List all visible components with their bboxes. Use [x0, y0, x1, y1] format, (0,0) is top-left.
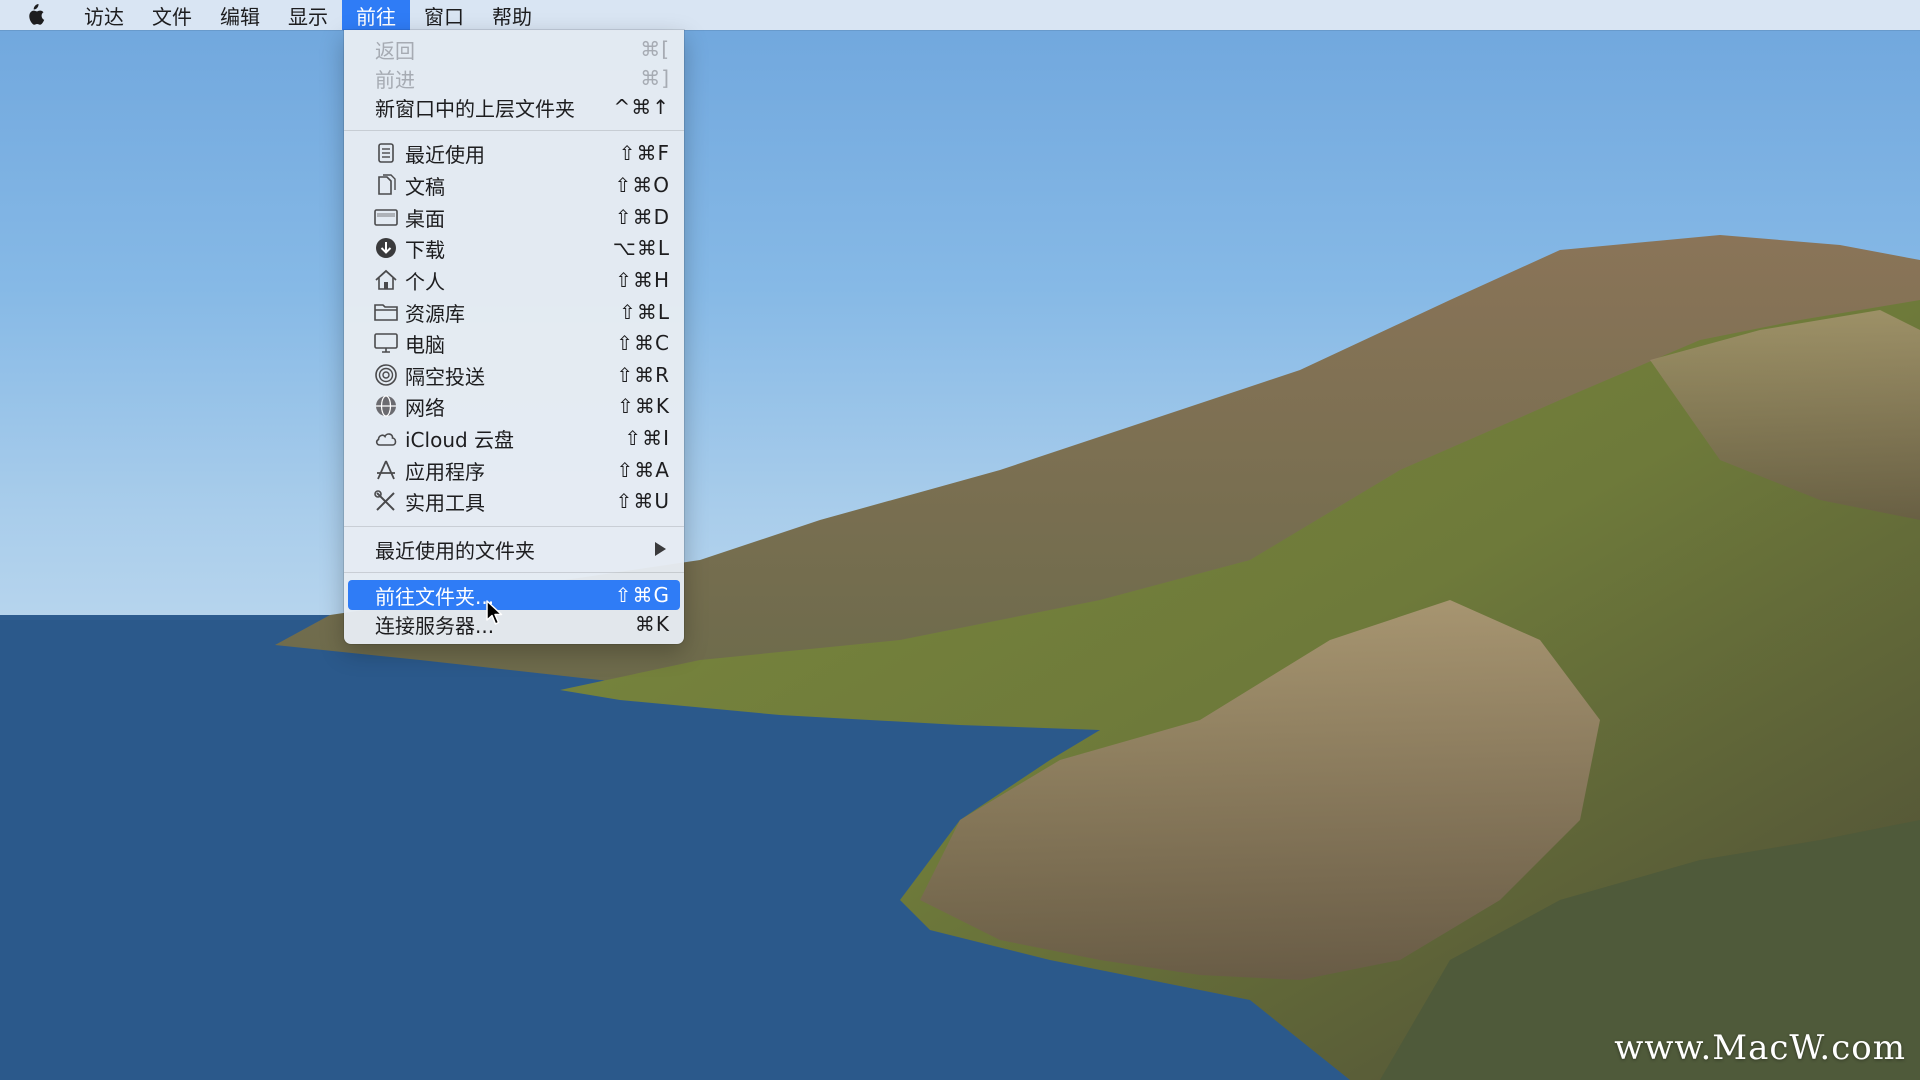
- utilities-icon: [374, 490, 395, 511]
- menu-item-icloud-drive[interactable]: iCloud 云盘 ⇧⌘I: [344, 423, 684, 453]
- menu-item-label: 下载: [405, 237, 445, 262]
- watermark: www.MacW.com: [1614, 1028, 1906, 1068]
- menu-item-shortcut: ⇧⌘D: [614, 205, 670, 229]
- menu-item-utilities[interactable]: 实用工具 ⇧⌘U: [344, 486, 684, 516]
- menu-item-downloads[interactable]: 下载 ⌥⌘L: [344, 233, 684, 263]
- menu-item-shortcut: ⇧⌘A: [616, 458, 670, 482]
- menu-go[interactable]: 前往: [342, 0, 410, 30]
- menu-item-shortcut: ⌘[: [640, 37, 670, 61]
- menu-item-label: 连接服务器...: [375, 613, 495, 638]
- menu-item-desktop[interactable]: 桌面 ⇧⌘D: [344, 202, 684, 232]
- menu-item-recents[interactable]: 最近使用 ⇧⌘F: [344, 138, 684, 168]
- menu-item-label: 前往文件夹...: [375, 584, 495, 609]
- menu-item-label: 个人: [405, 269, 445, 294]
- home-icon: [375, 269, 397, 290]
- menu-item-applications[interactable]: 应用程序 ⇧⌘A: [344, 455, 684, 485]
- go-menu-dropdown: 返回 ⌘[ 前进 ⌘] 新窗口中的上层文件夹 ^⌘↑ 最近使用 ⇧⌘F 文稿 ⇧…: [344, 30, 684, 644]
- menu-separator: [344, 130, 684, 131]
- menu-item-shortcut: ⇧⌘O: [614, 173, 670, 197]
- network-icon: [376, 395, 396, 417]
- menu-edit[interactable]: 编辑: [206, 0, 274, 30]
- menu-item-label: 前进: [375, 67, 415, 92]
- menu-item-shortcut: ⇧⌘H: [615, 268, 670, 292]
- menu-item-shortcut: ⇧⌘K: [617, 394, 670, 418]
- menu-item-back[interactable]: 返回 ⌘[: [344, 34, 684, 64]
- menu-item-label: 桌面: [405, 206, 445, 231]
- menu-finder[interactable]: 访达: [70, 0, 138, 30]
- menu-item-shortcut: ⇧⌘C: [616, 331, 670, 355]
- menu-bar: 访达 文件 编辑 显示 前往 窗口 帮助: [0, 0, 1920, 30]
- menu-item-label: iCloud 云盘: [405, 427, 515, 452]
- computer-icon: [374, 333, 398, 353]
- menu-item-label: 最近使用的文件夹: [375, 538, 535, 563]
- menu-view[interactable]: 显示: [274, 0, 342, 30]
- menu-item-connect-to-server[interactable]: 连接服务器... ⌘K: [344, 609, 684, 639]
- menu-window[interactable]: 窗口: [410, 0, 478, 30]
- recents-icon: [378, 143, 394, 163]
- menu-item-computer[interactable]: 电脑 ⇧⌘C: [344, 328, 684, 358]
- menu-item-shortcut: ⌘K: [634, 612, 670, 636]
- downloads-icon: [376, 238, 396, 258]
- menu-item-label: 应用程序: [405, 459, 485, 484]
- desktop-wallpaper: www.MacW.com: [0, 0, 1920, 1080]
- menu-separator: [344, 572, 684, 573]
- menu-separator: [344, 526, 684, 527]
- menu-item-label: 网络: [405, 395, 445, 420]
- menu-item-label: 文稿: [405, 174, 445, 199]
- menu-item-forward[interactable]: 前进 ⌘]: [344, 63, 684, 93]
- menu-item-shortcut: ⌥⌘L: [612, 236, 670, 260]
- applications-icon: [377, 460, 395, 480]
- menu-item-shortcut: ⇧⌘U: [615, 489, 670, 513]
- folder-icon: [374, 304, 398, 321]
- menu-item-library[interactable]: 资源库 ⇧⌘L: [344, 297, 684, 327]
- menu-item-shortcut: ⇧⌘G: [614, 583, 670, 607]
- menu-item-network[interactable]: 网络 ⇧⌘K: [344, 391, 684, 421]
- menu-item-home[interactable]: 个人 ⇧⌘H: [344, 265, 684, 295]
- mouse-cursor-icon: [486, 600, 503, 625]
- menu-item-enclosing-folder[interactable]: 新窗口中的上层文件夹 ^⌘↑: [344, 92, 684, 122]
- menu-item-label: 返回: [375, 38, 415, 63]
- apple-icon: [29, 4, 45, 25]
- menu-item-shortcut: ⇧⌘L: [619, 300, 670, 324]
- menu-item-shortcut: ⇧⌘F: [618, 141, 670, 165]
- airdrop-icon: [375, 364, 397, 386]
- menu-item-label: 资源库: [405, 301, 465, 326]
- apple-menu[interactable]: [0, 0, 70, 30]
- desktop-icon: [374, 209, 398, 226]
- submenu-arrow-icon: [655, 542, 666, 556]
- menu-item-shortcut: ⇧⌘R: [616, 363, 670, 387]
- menu-item-shortcut: ^⌘↑: [613, 95, 670, 119]
- menu-item-shortcut: ⇧⌘I: [624, 426, 670, 450]
- menu-item-recent-folders[interactable]: 最近使用的文件夹: [344, 534, 684, 564]
- menu-item-label: 新窗口中的上层文件夹: [375, 96, 575, 121]
- menu-item-label: 电脑: [405, 332, 445, 357]
- documents-icon: [378, 174, 396, 195]
- menu-item-airdrop[interactable]: 隔空投送 ⇧⌘R: [344, 360, 684, 390]
- menu-item-documents[interactable]: 文稿 ⇧⌘O: [344, 170, 684, 200]
- menu-item-label: 实用工具: [405, 490, 485, 515]
- wallpaper-mountains: [0, 235, 1920, 1080]
- menu-item-shortcut: ⌘]: [640, 66, 670, 90]
- menu-item-go-to-folder[interactable]: 前往文件夹... ⇧⌘G: [348, 580, 680, 610]
- menu-help[interactable]: 帮助: [478, 0, 546, 30]
- menu-item-label: 最近使用: [405, 142, 485, 167]
- menu-item-label: 隔空投送: [405, 364, 485, 389]
- menu-file[interactable]: 文件: [138, 0, 206, 30]
- icloud-icon: [375, 433, 397, 446]
